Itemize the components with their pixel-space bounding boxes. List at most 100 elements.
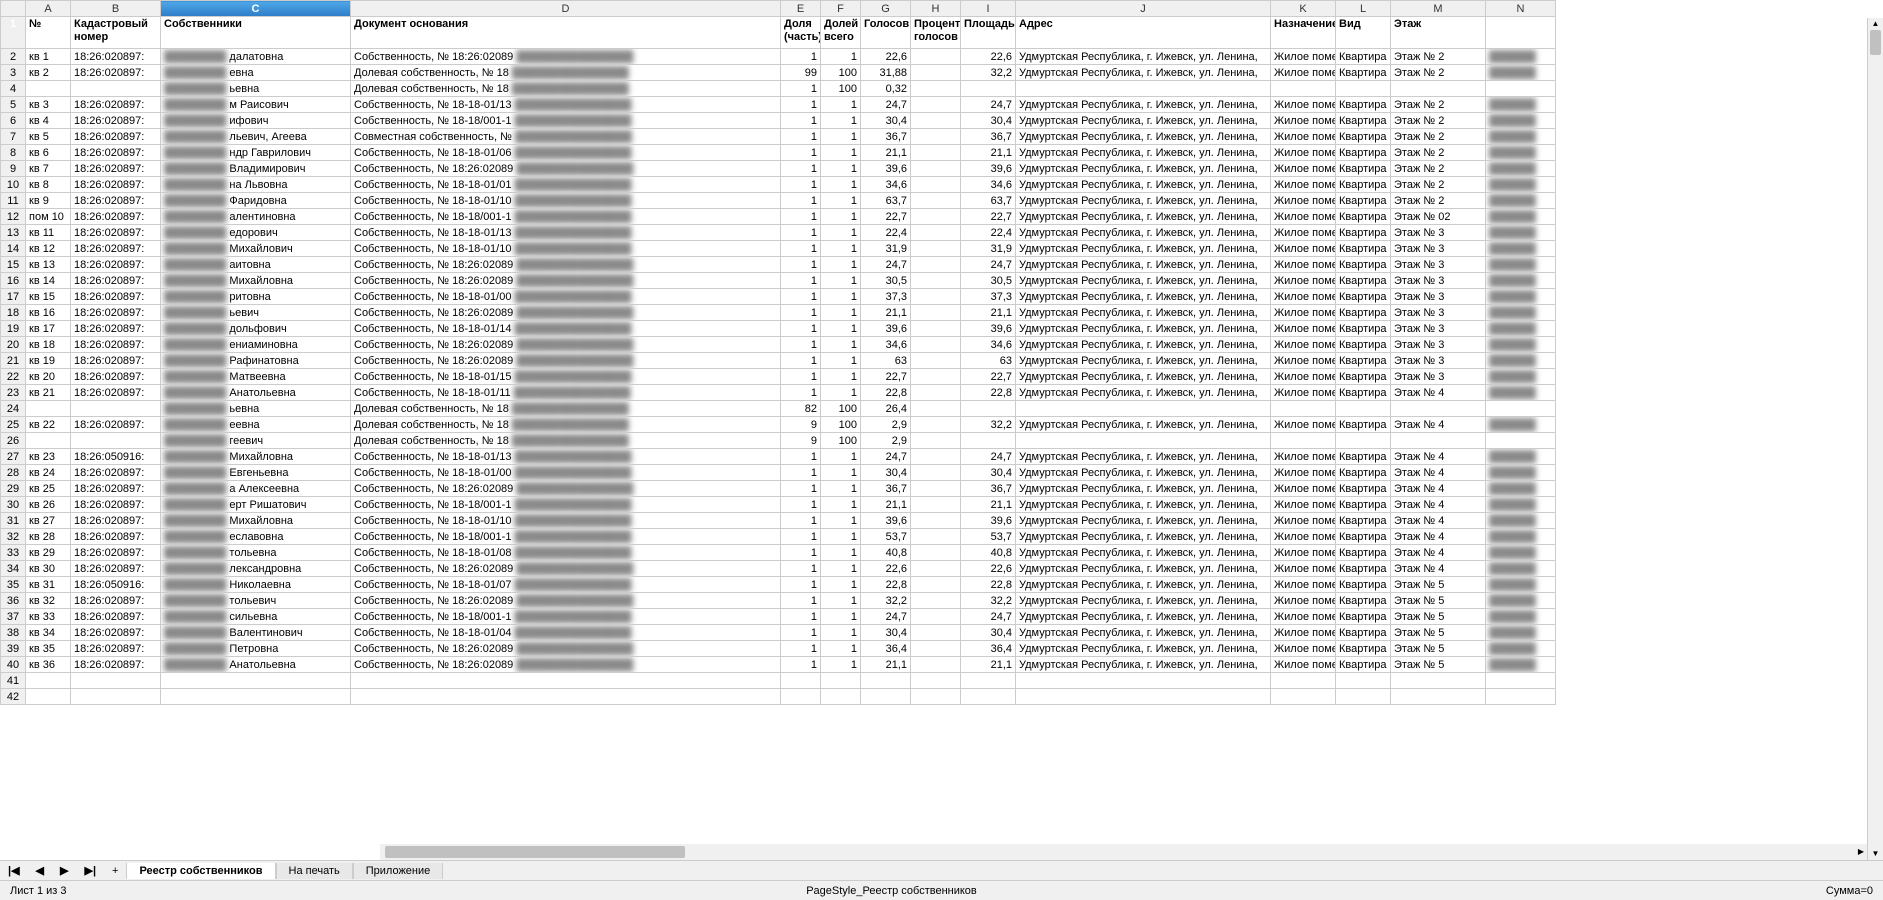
cell-votes[interactable]: 22,7 <box>861 209 911 225</box>
cell-share[interactable]: 1 <box>781 161 821 177</box>
cell-purpose[interactable]: Жилое поме <box>1271 49 1336 65</box>
cell-area[interactable]: 31,9 <box>961 241 1016 257</box>
cell-shares-total[interactable]: 1 <box>821 497 861 513</box>
cell-votes[interactable]: 36,7 <box>861 481 911 497</box>
cell-area[interactable]: 21,1 <box>961 145 1016 161</box>
header-purpose[interactable]: Назначение <box>1271 17 1336 49</box>
cell-area[interactable]: 36,7 <box>961 129 1016 145</box>
cell-doc[interactable]: Собственность, № 18:26:02089 ███████████… <box>351 353 781 369</box>
cell-shares-total[interactable]: 1 <box>821 273 861 289</box>
cell-purpose[interactable] <box>1271 433 1336 449</box>
cell-n[interactable]: ██████ <box>1486 369 1556 385</box>
cell-floor[interactable]: Этаж № 3 <box>1391 305 1486 321</box>
header-shares-total[interactable]: Долей всего <box>821 17 861 49</box>
cell-doc[interactable]: Собственность, № 18-18-01/07 ███████████… <box>351 577 781 593</box>
cell-votes-percent[interactable] <box>911 401 961 417</box>
cell-kind[interactable]: Квартира <box>1336 561 1391 577</box>
cell-n[interactable]: ██████ <box>1486 49 1556 65</box>
cell-doc[interactable]: Совместная собственность, № ████████████… <box>351 129 781 145</box>
cell-no[interactable]: кв 1 <box>26 49 71 65</box>
cell-floor[interactable]: Этаж № 2 <box>1391 145 1486 161</box>
cell-votes-percent[interactable] <box>911 257 961 273</box>
cell-address[interactable]: Удмуртская Республика, г. Ижевск, ул. Ле… <box>1016 369 1271 385</box>
cell-share[interactable]: 1 <box>781 321 821 337</box>
cell-no[interactable]: кв 9 <box>26 193 71 209</box>
cell-shares-total[interactable]: 1 <box>821 545 861 561</box>
cell-owner[interactable]: ████████ ерт Ришатович <box>161 497 351 513</box>
cell-doc[interactable]: Собственность, № 18-18-01/11 ███████████… <box>351 385 781 401</box>
cell-kind[interactable]: Квартира <box>1336 257 1391 273</box>
cell-n[interactable]: ██████ <box>1486 641 1556 657</box>
vertical-scrollbar[interactable]: ▲ ▼ <box>1867 18 1883 860</box>
cell-votes-percent[interactable] <box>911 321 961 337</box>
row-header[interactable]: 22 <box>1 369 26 385</box>
cell-shares-total[interactable]: 1 <box>821 641 861 657</box>
cell-share[interactable]: 1 <box>781 529 821 545</box>
cell-owner[interactable]: ████████ Матвеевна <box>161 369 351 385</box>
cell-kn[interactable]: 18:26:050916: <box>71 577 161 593</box>
cell-n[interactable]: ██████ <box>1486 513 1556 529</box>
cell-kind[interactable]: Квартира <box>1336 145 1391 161</box>
cell-votes-percent[interactable] <box>911 145 961 161</box>
cell-votes[interactable]: 63 <box>861 353 911 369</box>
cell-shares-total[interactable]: 1 <box>821 449 861 465</box>
header-floor[interactable]: Этаж <box>1391 17 1486 49</box>
cell-area[interactable]: 36,4 <box>961 641 1016 657</box>
row-header[interactable]: 25 <box>1 417 26 433</box>
cell-share[interactable]: 1 <box>781 353 821 369</box>
cell-votes-percent[interactable] <box>911 513 961 529</box>
cell-doc[interactable]: Собственность, № 18:26:02089 ███████████… <box>351 161 781 177</box>
select-all-corner[interactable] <box>1 1 26 17</box>
cell-votes-percent[interactable] <box>911 641 961 657</box>
cell-address[interactable]: Удмуртская Республика, г. Ижевск, ул. Ле… <box>1016 65 1271 81</box>
row-header[interactable]: 12 <box>1 209 26 225</box>
cell-purpose[interactable]: Жилое поме <box>1271 177 1336 193</box>
cell-shares-total[interactable]: 100 <box>821 433 861 449</box>
cell-kind[interactable]: Квартира <box>1336 225 1391 241</box>
cell-no[interactable]: кв 35 <box>26 641 71 657</box>
cell-address[interactable]: Удмуртская Республика, г. Ижевск, ул. Ле… <box>1016 609 1271 625</box>
cell-address[interactable] <box>1016 433 1271 449</box>
cell-n[interactable]: ██████ <box>1486 289 1556 305</box>
cell-shares-total[interactable] <box>821 689 861 705</box>
cell-no[interactable]: кв 17 <box>26 321 71 337</box>
cell-kind[interactable]: Квартира <box>1336 529 1391 545</box>
cell-n[interactable] <box>1486 401 1556 417</box>
cell-share[interactable]: 1 <box>781 289 821 305</box>
col-header-N[interactable]: N <box>1486 1 1556 17</box>
cell-share[interactable]: 9 <box>781 417 821 433</box>
cell-purpose[interactable]: Жилое поме <box>1271 193 1336 209</box>
cell-address[interactable] <box>1016 81 1271 97</box>
cell-kn[interactable] <box>71 673 161 689</box>
row-header[interactable]: 15 <box>1 257 26 273</box>
cell-address[interactable]: Удмуртская Республика, г. Ижевск, ул. Ле… <box>1016 657 1271 673</box>
cell-area[interactable]: 22,4 <box>961 225 1016 241</box>
cell-doc[interactable]: Собственность, № 18-18-01/14 ███████████… <box>351 321 781 337</box>
cell-doc[interactable] <box>351 673 781 689</box>
cell-no[interactable]: кв 23 <box>26 449 71 465</box>
cell-owner[interactable]: ████████ геевич <box>161 433 351 449</box>
cell-no[interactable]: кв 7 <box>26 161 71 177</box>
cell-purpose[interactable]: Жилое поме <box>1271 161 1336 177</box>
cell-owner[interactable]: ████████ Михайловна <box>161 449 351 465</box>
cell-votes[interactable]: 24,7 <box>861 609 911 625</box>
cell-shares-total[interactable]: 100 <box>821 417 861 433</box>
col-header-E[interactable]: E <box>781 1 821 17</box>
cell-floor[interactable] <box>1391 673 1486 689</box>
cell-shares-total[interactable]: 1 <box>821 593 861 609</box>
cell-purpose[interactable]: Жилое поме <box>1271 113 1336 129</box>
cell-doc[interactable]: Собственность, № 18:26:02089 ███████████… <box>351 257 781 273</box>
cell-owner[interactable]: ████████ тольевна <box>161 545 351 561</box>
col-header-B[interactable]: B <box>71 1 161 17</box>
cell-address[interactable]: Удмуртская Республика, г. Ижевск, ул. Ле… <box>1016 545 1271 561</box>
cell-n[interactable]: ██████ <box>1486 657 1556 673</box>
cell-kn[interactable]: 18:26:020897: <box>71 497 161 513</box>
cell-votes[interactable]: 30,5 <box>861 273 911 289</box>
header-no[interactable]: № <box>26 17 71 49</box>
cell-votes-percent[interactable] <box>911 353 961 369</box>
cell-votes-percent[interactable] <box>911 609 961 625</box>
cell-owner[interactable]: ████████ Валентинович <box>161 625 351 641</box>
row-header[interactable]: 30 <box>1 497 26 513</box>
cell-floor[interactable]: Этаж № 5 <box>1391 625 1486 641</box>
cell-no[interactable]: кв 19 <box>26 353 71 369</box>
